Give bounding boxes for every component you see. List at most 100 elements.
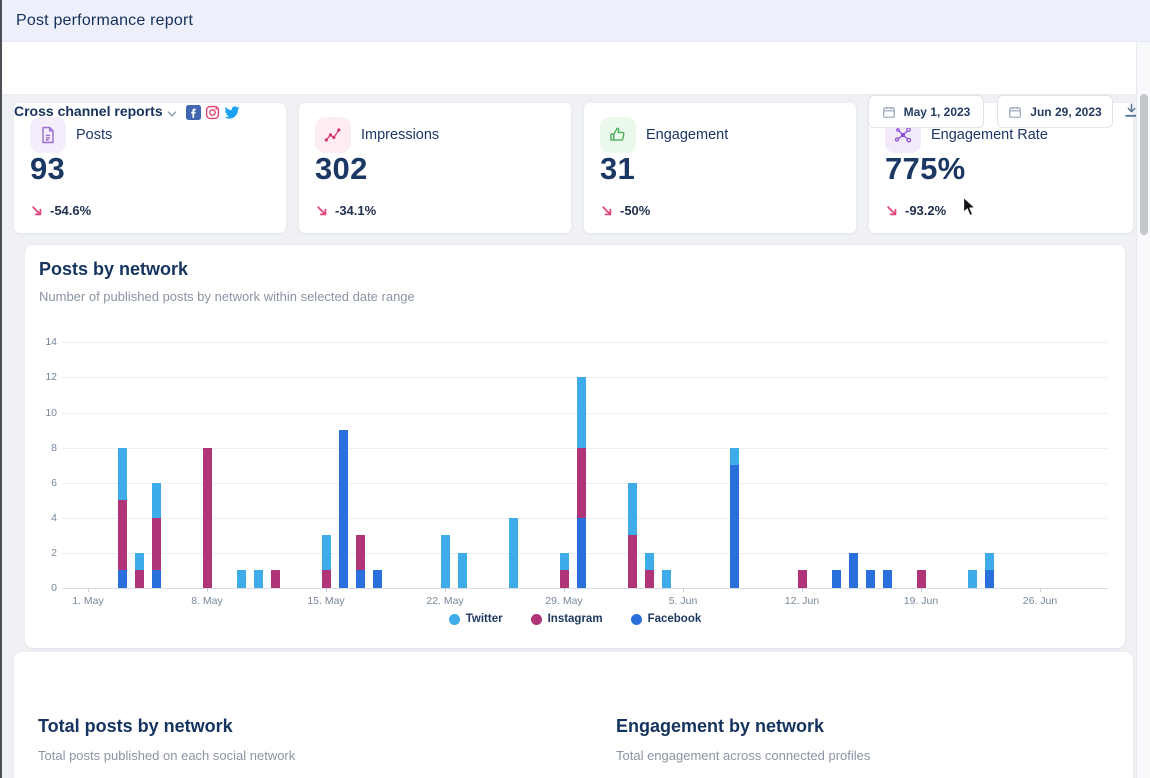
kpi-label: Impressions bbox=[361, 127, 439, 143]
kpi-label: Engagement bbox=[646, 127, 728, 143]
kpi-card-impressions: Impressions 302 -34.1% bbox=[299, 103, 571, 233]
legend-label: Instagram bbox=[548, 613, 603, 625]
x-axis-tick bbox=[921, 588, 922, 592]
y-axis-tick-label: 6 bbox=[25, 477, 57, 489]
x-axis-tick-label: 29. May bbox=[545, 595, 582, 607]
bar-segment-twitter[interactable] bbox=[441, 535, 450, 588]
bar-segment-instagram[interactable] bbox=[577, 448, 586, 518]
y-axis-tick-label: 0 bbox=[25, 582, 57, 594]
bar-segment-twitter[interactable] bbox=[152, 483, 161, 518]
legend-label: Facebook bbox=[648, 613, 702, 625]
date-to-picker[interactable]: Jun 29, 2023 bbox=[997, 95, 1113, 128]
bar-segment-facebook[interactable] bbox=[577, 518, 586, 588]
y-axis-tick-label: 10 bbox=[25, 407, 57, 419]
bar-segment-twitter[interactable] bbox=[509, 518, 518, 588]
bar-segment-instagram[interactable] bbox=[271, 570, 280, 588]
bar-segment-facebook[interactable] bbox=[118, 570, 127, 588]
x-axis-tick bbox=[564, 588, 565, 592]
x-axis-tick bbox=[1040, 588, 1041, 592]
trend-down-icon bbox=[885, 204, 899, 218]
bar-segment-facebook[interactable] bbox=[849, 553, 858, 588]
bar-segment-instagram[interactable] bbox=[356, 535, 365, 570]
bar-segment-facebook[interactable] bbox=[985, 570, 994, 588]
kpi-delta-value: -54.6% bbox=[50, 203, 91, 218]
bar-segment-twitter[interactable] bbox=[645, 553, 654, 571]
trend-down-icon bbox=[315, 204, 329, 218]
bar-segment-twitter[interactable] bbox=[577, 377, 586, 447]
bar-segment-instagram[interactable] bbox=[203, 448, 212, 588]
bar-segment-instagram[interactable] bbox=[152, 518, 161, 571]
legend-dot bbox=[531, 614, 542, 625]
bar-segment-twitter[interactable] bbox=[730, 448, 739, 466]
bar-segment-instagram[interactable] bbox=[560, 570, 569, 588]
bar-segment-instagram[interactable] bbox=[322, 570, 331, 588]
facebook-icon bbox=[186, 105, 201, 120]
bar-segment-twitter[interactable] bbox=[560, 553, 569, 571]
document-icon bbox=[30, 117, 66, 153]
legend-item-instagram[interactable]: Instagram bbox=[531, 613, 603, 625]
x-axis-tick-label: 19. Jun bbox=[904, 595, 938, 607]
total-posts-subtitle: Total posts published on each social net… bbox=[38, 748, 295, 763]
instagram-icon bbox=[205, 105, 220, 120]
bar-segment-instagram[interactable] bbox=[628, 535, 637, 588]
bar-segment-facebook[interactable] bbox=[356, 570, 365, 588]
kpi-delta: -34.1% bbox=[315, 203, 376, 218]
bar-segment-facebook[interactable] bbox=[730, 465, 739, 588]
posts-by-network-panel: Posts by network Number of published pos… bbox=[25, 245, 1125, 648]
total-posts-title: Total posts by network bbox=[38, 716, 233, 737]
legend-label: Twitter bbox=[466, 613, 503, 625]
y-axis-tick-label: 4 bbox=[25, 512, 57, 524]
bar-segment-instagram[interactable] bbox=[118, 500, 127, 570]
x-axis-tick bbox=[207, 588, 208, 592]
calendar-icon bbox=[882, 105, 896, 119]
legend-item-twitter[interactable]: Twitter bbox=[449, 613, 503, 625]
trend-down-icon bbox=[600, 204, 614, 218]
bar-segment-twitter[interactable] bbox=[322, 535, 331, 570]
bar-segment-instagram[interactable] bbox=[645, 570, 654, 588]
chevron-down-icon[interactable] bbox=[166, 108, 178, 120]
x-axis-tick-label: 1. May bbox=[72, 595, 104, 607]
scrollbar-thumb[interactable] bbox=[1140, 94, 1148, 235]
bar-segment-facebook[interactable] bbox=[866, 570, 875, 588]
stacked-bar-chart: 024681012141. May8. May15. May22. May29.… bbox=[25, 245, 1125, 648]
kpi-delta: -50% bbox=[600, 203, 650, 218]
bar-segment-facebook[interactable] bbox=[883, 570, 892, 588]
bar-segment-twitter[interactable] bbox=[254, 570, 263, 588]
bar-segment-twitter[interactable] bbox=[135, 553, 144, 571]
date-from-picker[interactable]: May 1, 2023 bbox=[868, 95, 984, 128]
bar-segment-twitter[interactable] bbox=[458, 553, 467, 588]
kpi-delta: -93.2% bbox=[885, 203, 946, 218]
bar-segment-twitter[interactable] bbox=[985, 553, 994, 571]
calendar-icon bbox=[1008, 105, 1022, 119]
kpi-delta-value: -93.2% bbox=[905, 203, 946, 218]
date-to-value: Jun 29, 2023 bbox=[1030, 105, 1101, 119]
bar-segment-twitter[interactable] bbox=[237, 570, 246, 588]
engagement-by-network-subtitle: Total engagement across connected profil… bbox=[616, 748, 870, 763]
bottom-reports-panel: Total posts by network Total posts publi… bbox=[14, 652, 1133, 778]
bar-segment-instagram[interactable] bbox=[917, 570, 926, 588]
bar-segment-instagram[interactable] bbox=[135, 570, 144, 588]
bar-segment-twitter[interactable] bbox=[968, 570, 977, 588]
kpi-label: Posts bbox=[76, 127, 112, 143]
report-selector[interactable]: Cross channel reports bbox=[14, 103, 163, 119]
kpi-card-posts: Posts 93 -54.6% bbox=[14, 103, 286, 233]
kpi-value: 31 bbox=[600, 151, 635, 187]
scrollbar-track[interactable] bbox=[1136, 42, 1150, 778]
bar-segment-facebook[interactable] bbox=[832, 570, 841, 588]
y-axis-tick-label: 2 bbox=[25, 547, 57, 559]
x-axis-tick-label: 15. May bbox=[307, 595, 344, 607]
bar-segment-twitter[interactable] bbox=[118, 448, 127, 501]
bar-segment-twitter[interactable] bbox=[628, 483, 637, 536]
thumbs-up-icon bbox=[600, 117, 636, 153]
kpi-label: Engagement Rate bbox=[931, 127, 1048, 143]
bar-segment-instagram[interactable] bbox=[798, 570, 807, 588]
x-axis-tick bbox=[683, 588, 684, 592]
bar-segment-facebook[interactable] bbox=[373, 570, 382, 588]
bar-segment-facebook[interactable] bbox=[339, 430, 348, 588]
kpi-delta-value: -34.1% bbox=[335, 203, 376, 218]
trend-down-icon bbox=[30, 204, 44, 218]
bar-segment-twitter[interactable] bbox=[662, 570, 671, 588]
legend-item-facebook[interactable]: Facebook bbox=[631, 613, 702, 625]
page-title: Post performance report bbox=[16, 0, 193, 42]
bar-segment-facebook[interactable] bbox=[152, 570, 161, 588]
